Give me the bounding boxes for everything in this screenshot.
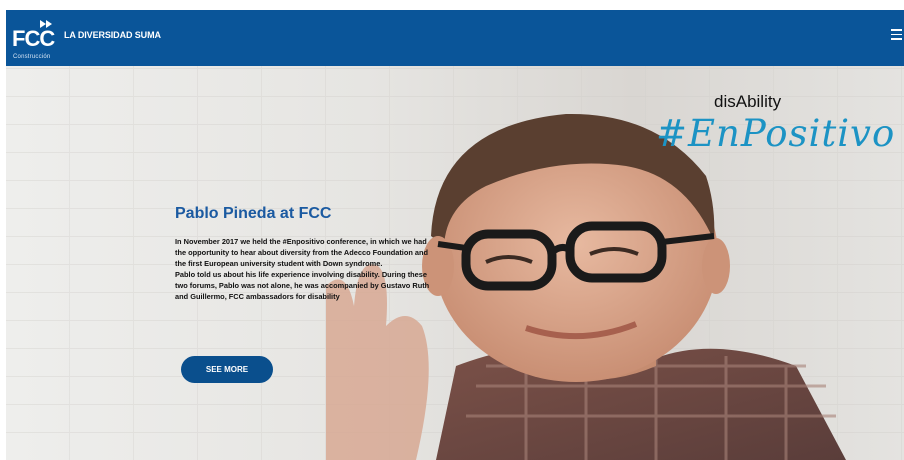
- hero-banner: disAbility #EnPositivo Pablo Pineda at F…: [6, 66, 904, 460]
- hamburger-menu-icon[interactable]: [891, 29, 902, 40]
- site-title[interactable]: LA DIVERSIDAD SUMA: [64, 30, 161, 40]
- enpositivo-hashtag: #EnPositivo: [656, 112, 896, 155]
- site-header: FCC Construcción LA DIVERSIDAD SUMA: [6, 10, 904, 66]
- hero-paragraph-1: In November 2017 we held the #Enpositivo…: [175, 237, 429, 268]
- logo-subtext: Construcción: [13, 54, 51, 60]
- hero-description: In November 2017 we held the #Enpositivo…: [175, 237, 435, 302]
- see-more-button[interactable]: SEE MORE: [181, 356, 273, 383]
- disability-tagline: disAbility: [714, 92, 782, 111]
- svg-text:FCC: FCC: [12, 26, 55, 51]
- hero-title: Pablo Pineda at FCC: [175, 205, 332, 222]
- hero-paragraph-2: Pablo told us about his life experience …: [175, 269, 430, 301]
